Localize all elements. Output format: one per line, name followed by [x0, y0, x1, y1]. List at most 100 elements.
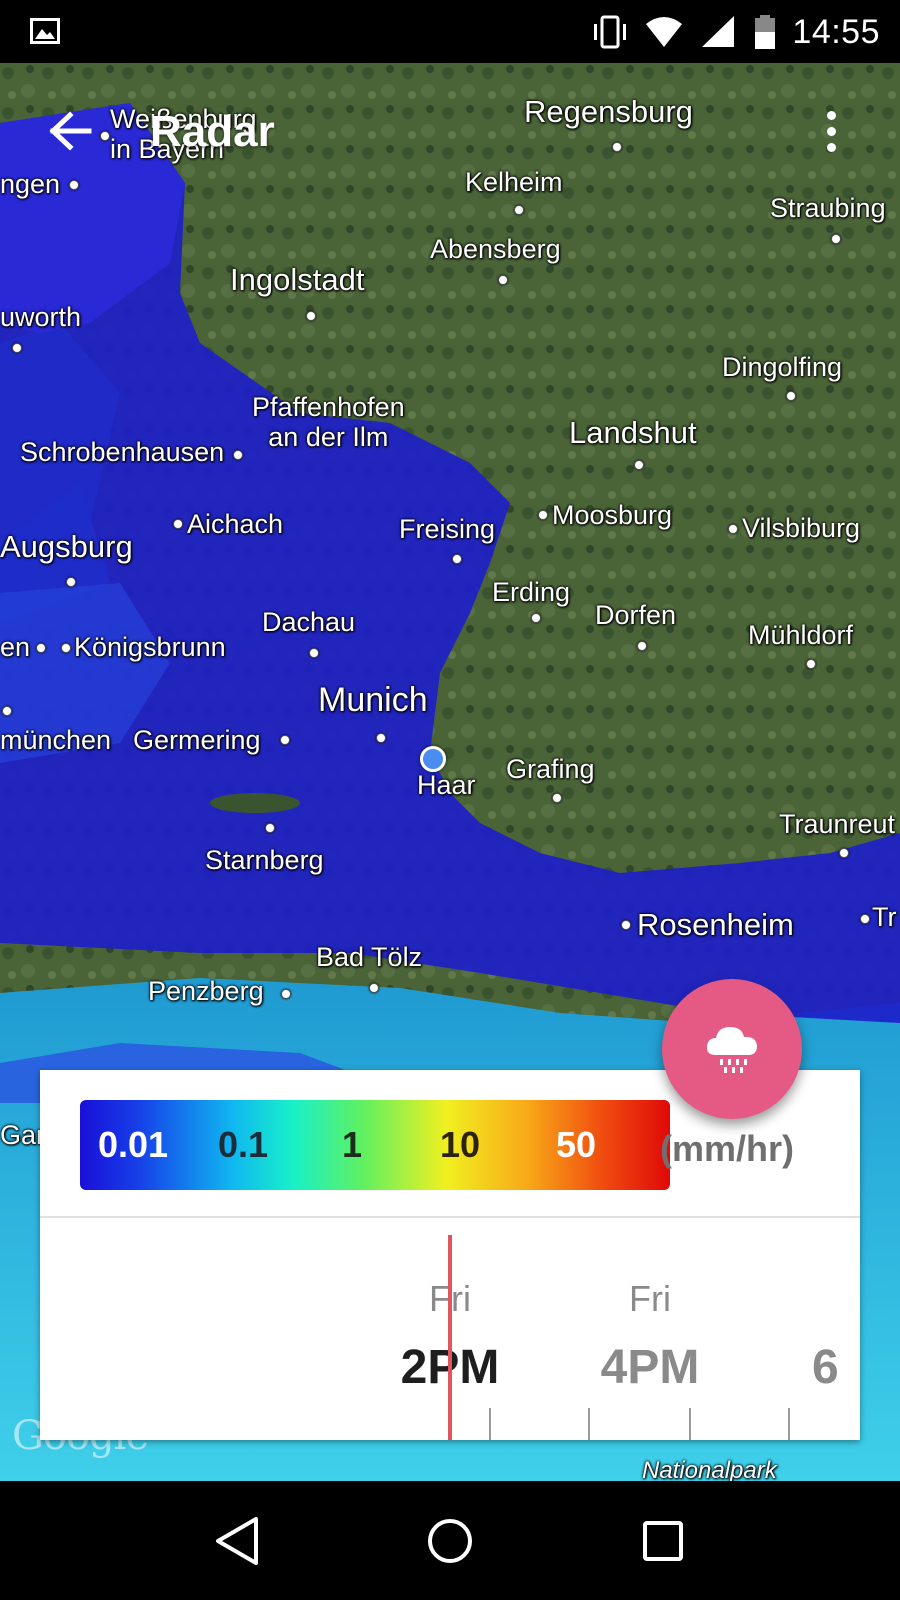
my-location-marker[interactable]	[420, 746, 446, 772]
time-scrubber[interactable]: Fri 2PM Fri 4PM 6	[40, 1220, 860, 1440]
place-munich: Munich	[318, 681, 428, 719]
status-bar: 14:55	[0, 0, 900, 63]
place-muhldorf: Mühldorf	[748, 620, 854, 650]
place-marker	[2, 706, 12, 716]
wifi-icon	[646, 17, 683, 47]
legend-value: 0.1	[218, 1124, 269, 1165]
more-vert-dot	[826, 142, 836, 152]
place-marker	[280, 735, 290, 745]
place-marker	[12, 343, 22, 353]
legend-value: 0.01	[98, 1124, 169, 1165]
place-marker	[498, 275, 508, 285]
place-marker	[637, 641, 647, 651]
place-germering: Germering	[133, 725, 261, 755]
place-marker	[531, 613, 541, 623]
place-abensberg: Abensberg	[430, 234, 561, 264]
place-freising: Freising	[399, 514, 496, 544]
place-marker	[806, 659, 816, 669]
place-nationalpark: Nationalpark	[642, 1457, 777, 1481]
time-slot-hour: 4PM	[600, 1341, 700, 1394]
nav-back-icon	[215, 1516, 258, 1565]
place-moosburg: Moosburg	[552, 500, 673, 530]
nav-recents-icon	[643, 1520, 684, 1561]
signal-icon	[702, 16, 735, 47]
place-munchen: münchen	[0, 725, 112, 755]
time-slot-hour: 6	[812, 1341, 839, 1394]
timeline-tick	[588, 1408, 590, 1440]
image-icon	[30, 18, 60, 44]
place-marker	[538, 510, 548, 520]
place-penzberg: Penzberg	[148, 976, 264, 1006]
place-marker	[376, 733, 386, 743]
place-tr: Tr	[872, 902, 897, 932]
place-marker	[452, 554, 462, 564]
place-erding: Erding	[492, 577, 571, 607]
place-marker	[173, 519, 183, 529]
place-marker	[233, 450, 243, 460]
place-marker	[839, 848, 849, 858]
nav-home-icon	[427, 1518, 472, 1563]
nav-home-button[interactable]	[415, 1506, 485, 1576]
place-traunreut: Traunreut	[779, 809, 896, 839]
place-marker	[306, 311, 316, 321]
clock: 14:55	[792, 12, 880, 51]
radar-controls-card: 0.01 0.1 1 10 50 (mm/hr) Fri 2PM Fri 4PM…	[40, 1070, 860, 1440]
place-marker	[369, 983, 379, 993]
legend-value: 1	[342, 1124, 363, 1165]
battery-icon	[755, 15, 776, 49]
legend-value: 10	[440, 1124, 481, 1165]
timeline-tick	[788, 1408, 790, 1440]
place-dorfen: Dorfen	[595, 600, 677, 630]
place-marker	[634, 460, 644, 470]
place-marker	[831, 234, 841, 244]
vibrate-icon	[594, 15, 627, 49]
place-landshut: Landshut	[569, 415, 697, 450]
legend-unit: (mm/hr)	[660, 1128, 794, 1169]
place-marker	[281, 989, 291, 999]
system-nav-bar	[0, 1481, 900, 1600]
page-title: Radar	[150, 107, 275, 156]
place-marker	[552, 793, 562, 803]
place-badtolz: Bad Tölz	[316, 942, 423, 972]
place-vilsbiburg: Vilsbiburg	[742, 513, 861, 543]
place-marker	[61, 643, 71, 653]
place-en: en	[0, 632, 31, 662]
app-bar: Radar	[0, 63, 900, 203]
current-time-indicator[interactable]	[448, 1235, 452, 1440]
place-marker	[860, 914, 870, 924]
place-pfaffenhofen: Pfaffenhofen an der Ilm	[252, 392, 405, 452]
place-uworth: uworth	[0, 302, 82, 332]
nav-back-button[interactable]	[202, 1506, 272, 1576]
more-vert-icon	[826, 110, 836, 120]
place-rosenheim: Rosenheim	[637, 907, 794, 942]
place-gar: Gar	[0, 1120, 46, 1150]
place-haar: Haar	[417, 770, 476, 800]
place-aichach: Aichach	[187, 509, 284, 539]
place-dingolfing: Dingolfing	[722, 352, 843, 382]
more-options-button[interactable]	[806, 101, 856, 161]
timeline-tick	[689, 1408, 691, 1440]
place-marker	[514, 205, 524, 215]
place-konigsbrunn: Königsbrunn	[74, 632, 226, 662]
place-marker	[309, 648, 319, 658]
place-marker	[728, 524, 738, 534]
place-starnberg: Starnberg	[205, 845, 324, 875]
legend-value: 50	[556, 1124, 597, 1165]
timeline-tick	[489, 1408, 491, 1440]
time-slot-day: Fri	[629, 1278, 671, 1319]
place-marker	[621, 920, 631, 930]
place-schrobenhausen: Schrobenhausen	[20, 437, 225, 467]
place-marker	[265, 823, 275, 833]
place-marker	[66, 577, 76, 587]
precipitation-fab[interactable]	[662, 979, 802, 1119]
nav-recents-button[interactable]	[628, 1506, 698, 1576]
place-dachau: Dachau	[262, 607, 356, 637]
place-marker	[36, 643, 46, 653]
legend-color-scale: 0.01 0.1 1 10 50	[80, 1100, 670, 1190]
back-button[interactable]	[40, 101, 100, 161]
place-augsburg: Augsburg	[0, 529, 133, 564]
rain-cloud-icon	[706, 1027, 757, 1073]
arrow-left-icon	[49, 111, 92, 151]
place-grafing: Grafing	[506, 754, 595, 784]
place-marker	[786, 391, 796, 401]
